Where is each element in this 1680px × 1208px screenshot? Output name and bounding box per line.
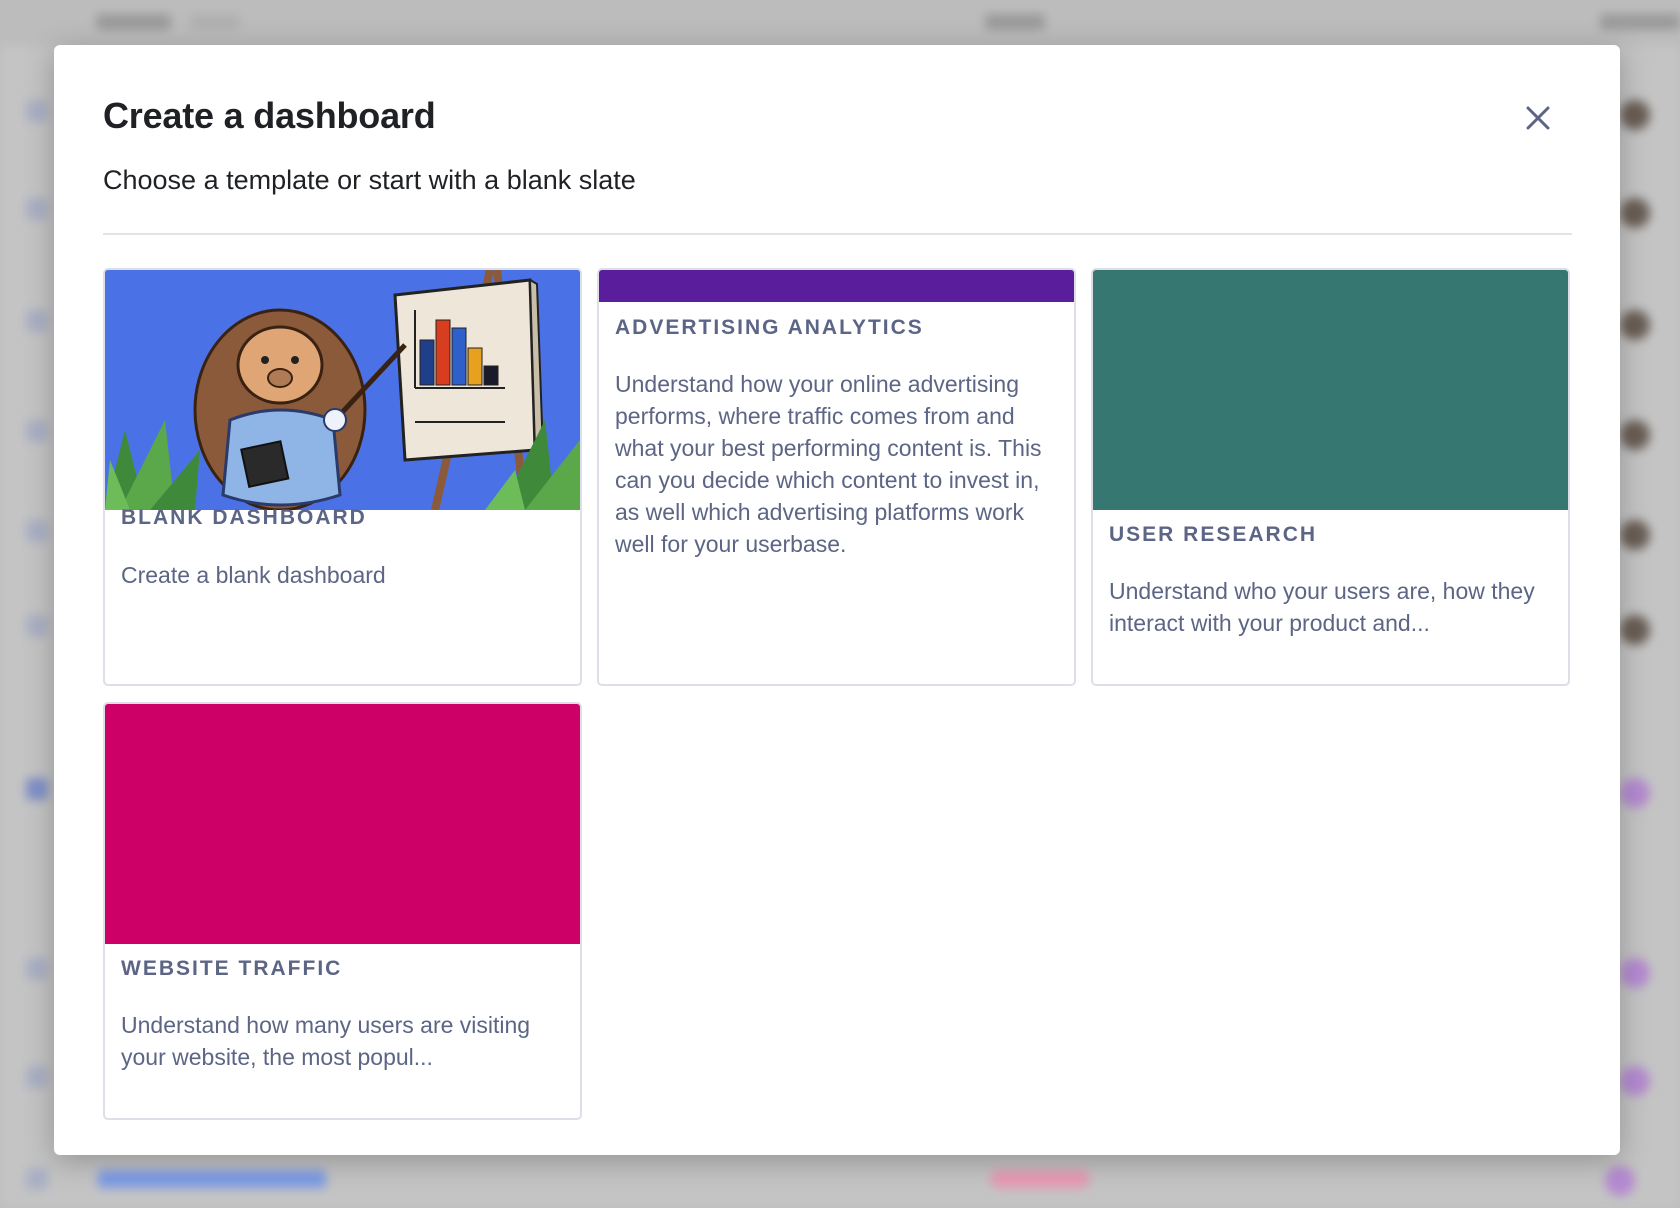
template-card-blank-dashboard[interactable]: BLANK DASHBOARD Create a blank dashboard — [103, 268, 582, 686]
template-card-title: ADVERTISING ANALYTICS — [615, 316, 924, 339]
background-avatar — [1620, 958, 1650, 988]
create-dashboard-modal: Create a dashboard Choose a template or … — [54, 45, 1620, 1155]
template-card-user-research[interactable]: USER RESEARCH Understand who your users … — [1091, 268, 1570, 686]
template-card-cover — [105, 704, 580, 944]
template-card-title: USER RESEARCH — [1109, 523, 1318, 546]
background-row-icon — [26, 100, 48, 122]
template-card-cover — [599, 270, 1074, 302]
background-row-icon — [26, 310, 48, 332]
modal-title: Create a dashboard — [103, 95, 436, 136]
close-button[interactable] — [1521, 101, 1555, 135]
background-row-icon — [26, 1066, 48, 1088]
background-header-text — [985, 14, 1045, 30]
background-row-icon — [26, 520, 48, 542]
background-link — [98, 1170, 326, 1188]
background-header-text — [190, 14, 240, 30]
background-row-icon — [26, 615, 48, 637]
background-tag — [990, 1170, 1090, 1188]
template-card-cover — [105, 270, 580, 512]
background-avatar — [1605, 1166, 1635, 1196]
template-card-website-traffic[interactable]: WEBSITE TRAFFIC Understand how many user… — [103, 702, 582, 1120]
background-header — [0, 0, 1680, 46]
background-row-icon — [26, 778, 48, 800]
template-card-title: BLANK DASHBOARD — [121, 506, 367, 529]
template-card-description: Create a blank dashboard — [121, 562, 386, 588]
background-avatar — [1620, 100, 1650, 130]
header-divider — [103, 233, 1572, 235]
background-row-icon — [26, 958, 48, 980]
template-card-description: Understand who your users are, how they … — [1109, 578, 1535, 636]
template-card-description: Understand how your online advertising p… — [615, 371, 1042, 557]
background-row-icon — [26, 198, 48, 220]
background-avatar — [1620, 198, 1650, 228]
background-row-icon — [26, 420, 48, 442]
background-row-icon — [26, 1168, 48, 1190]
background-header-text — [96, 14, 171, 30]
template-card-advertising-analytics[interactable]: ADVERTISING ANALYTICS Understand how you… — [597, 268, 1076, 686]
background-avatar — [1620, 520, 1650, 550]
background-avatar — [1620, 1066, 1650, 1096]
hedgehog-presenting-chart-illustration — [105, 270, 580, 512]
background-avatar — [1620, 310, 1650, 340]
background-avatar — [1620, 615, 1650, 645]
template-card-title: WEBSITE TRAFFIC — [121, 957, 343, 980]
background-avatar — [1620, 420, 1650, 450]
background-avatar — [1620, 778, 1650, 808]
close-icon — [1526, 106, 1550, 130]
template-card-cover — [1093, 270, 1568, 510]
template-card-description: Understand how many users are visiting y… — [121, 1012, 531, 1070]
modal-subtitle: Choose a template or start with a blank … — [103, 165, 636, 195]
background-header-text — [1600, 14, 1680, 30]
